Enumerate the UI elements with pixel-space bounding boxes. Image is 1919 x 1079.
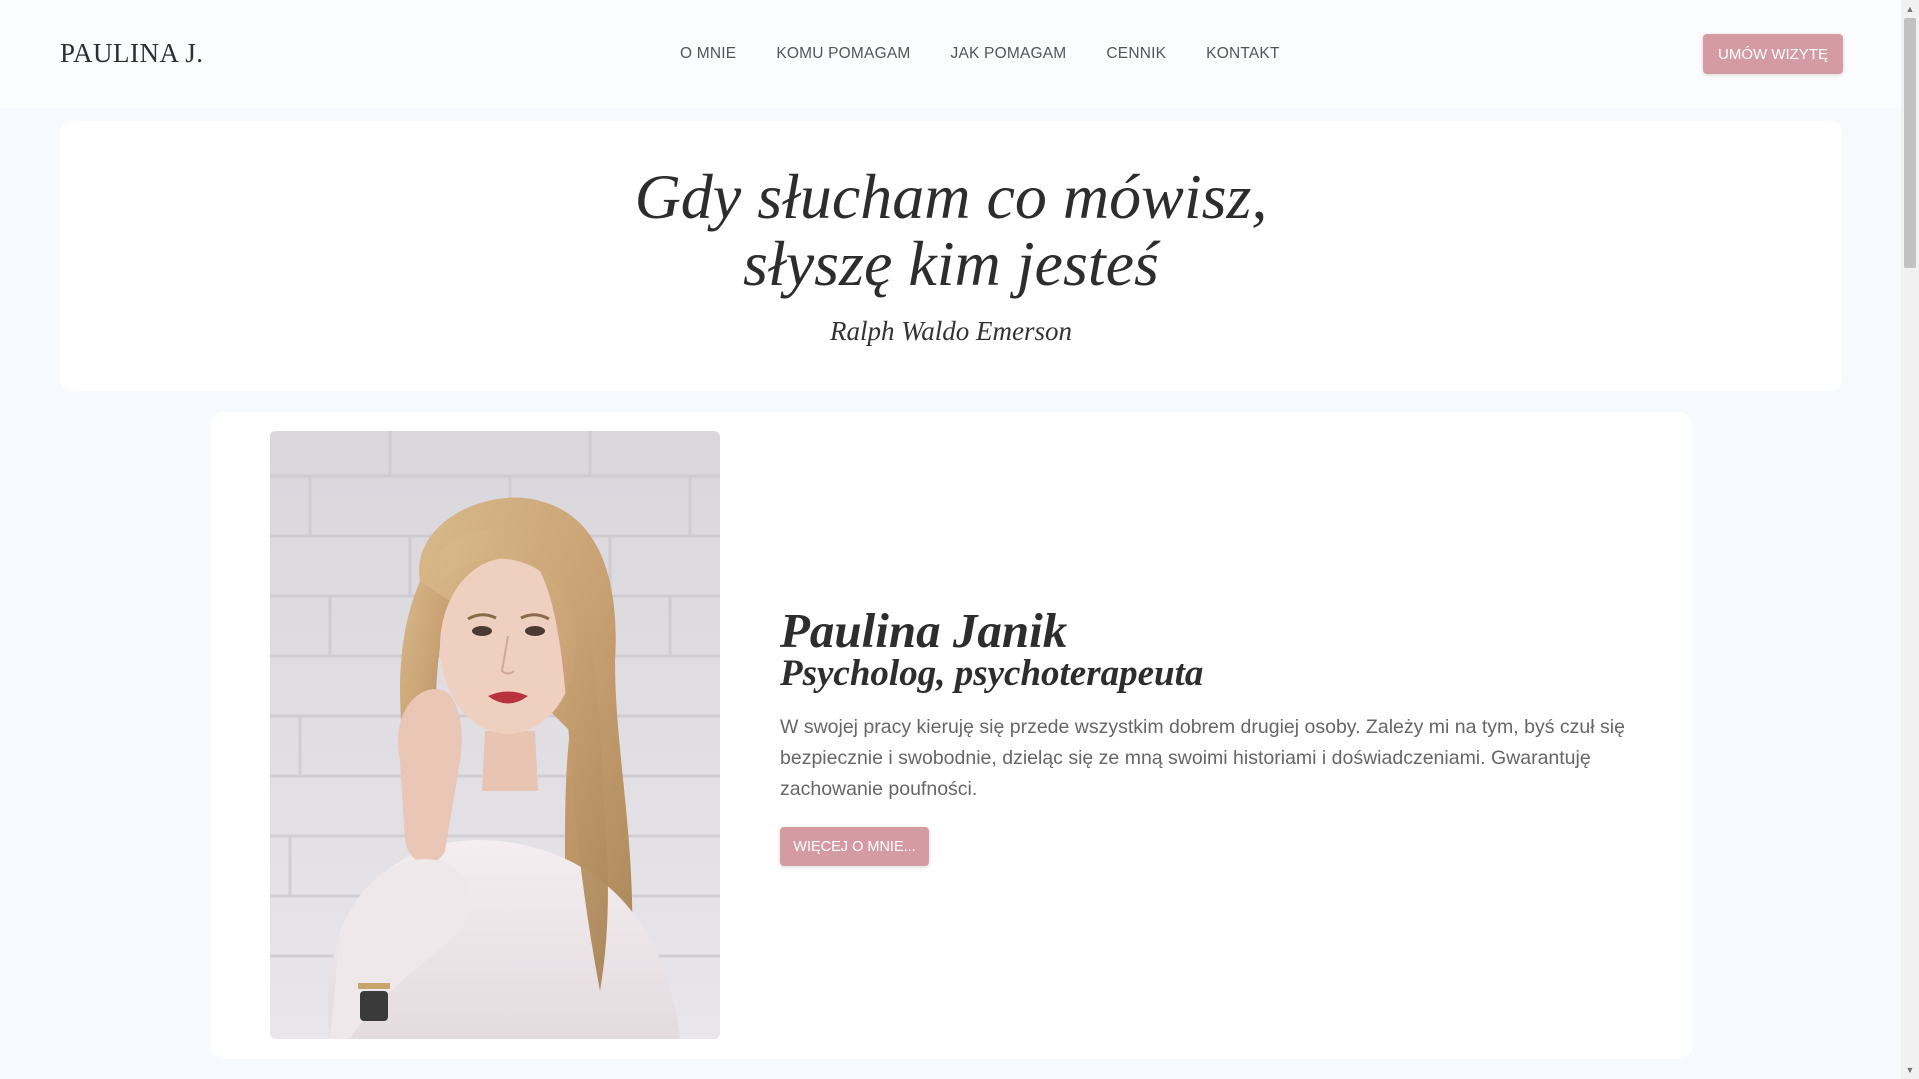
site-header: PAULINA J. O MNIE KOMU POMAGAM JAK POMAG… bbox=[0, 0, 1901, 108]
nav-item-cennik[interactable]: CENNIK bbox=[1106, 45, 1166, 63]
quote-card: Gdy słucham co mówisz, słyszę kim jesteś… bbox=[60, 121, 1842, 391]
nav-item-o-mnie[interactable]: O MNIE bbox=[680, 45, 736, 63]
profile-name: Paulina Janik bbox=[780, 603, 1068, 658]
profile-card: Paulina Janik Psycholog, psychoterapeuta… bbox=[211, 412, 1692, 1059]
vertical-scrollbar[interactable]: ▲ ▼ bbox=[1901, 0, 1919, 1079]
site-logo[interactable]: PAULINA J. bbox=[60, 38, 204, 69]
nav-item-komu-pomagam[interactable]: KOMU POMAGAM bbox=[776, 45, 910, 63]
nav-item-jak-pomagam[interactable]: JAK POMAGAM bbox=[951, 45, 1067, 63]
profile-role: Psycholog, psychoterapeuta bbox=[780, 653, 1204, 694]
profile-description: W swojej pracy kieruję się przede wszyst… bbox=[780, 716, 1625, 800]
quote-line-1: Gdy słucham co mówisz, bbox=[634, 161, 1268, 232]
quote-line-2: słyszę kim jesteś bbox=[743, 228, 1159, 299]
book-visit-button[interactable]: UMÓW WIZYTĘ bbox=[1703, 34, 1843, 74]
scroll-thumb[interactable] bbox=[1904, 18, 1916, 268]
page: PAULINA J. O MNIE KOMU POMAGAM JAK POMAG… bbox=[0, 0, 1901, 1079]
chevron-up-icon[interactable]: ▲ bbox=[1901, 0, 1919, 18]
main-nav: O MNIE KOMU POMAGAM JAK POMAGAM CENNIK K… bbox=[680, 45, 1320, 63]
nav-item-kontakt[interactable]: KONTAKT bbox=[1206, 45, 1279, 63]
quote-text: Gdy słucham co mówisz, słyszę kim jesteś bbox=[60, 163, 1842, 297]
profile-photo bbox=[270, 431, 720, 1039]
chevron-down-icon[interactable]: ▼ bbox=[1901, 1061, 1919, 1079]
more-about-me-button[interactable]: WIĘCEJ O MNIE... bbox=[780, 827, 929, 866]
quote-author: Ralph Waldo Emerson bbox=[830, 316, 1072, 346]
